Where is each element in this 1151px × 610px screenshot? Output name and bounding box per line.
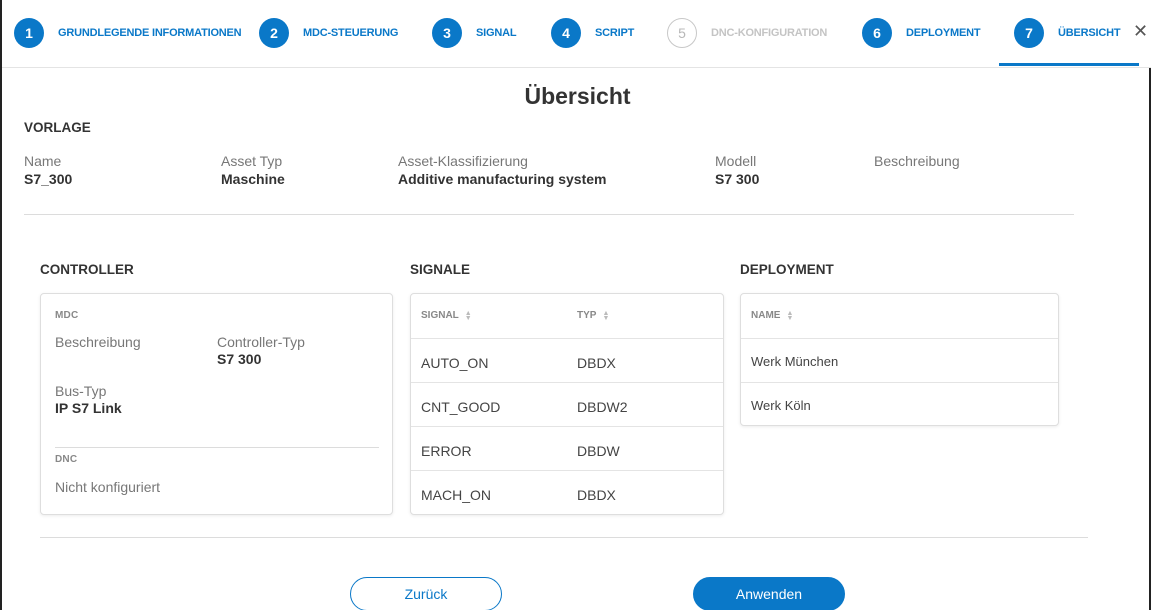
close-icon[interactable]: ✕ bbox=[1133, 22, 1148, 40]
column-header-label: SIGNAL bbox=[421, 310, 459, 321]
controller-typ-value: S7 300 bbox=[217, 351, 262, 367]
table-row[interactable]: CNT_GOOD DBDW2 bbox=[411, 382, 723, 426]
active-step-indicator bbox=[999, 63, 1139, 66]
step-uebersicht[interactable]: 7 ÜBERSICHT bbox=[1014, 18, 1121, 48]
step-number: 2 bbox=[259, 18, 289, 48]
asset-klassifizierung-value: Additive manufacturing system bbox=[398, 171, 607, 187]
deployment-heading: DEPLOYMENT bbox=[740, 262, 834, 277]
vorlage-heading: VORLAGE bbox=[24, 120, 91, 135]
table-row[interactable]: MACH_ON DBDX bbox=[411, 470, 723, 514]
card-divider bbox=[55, 447, 379, 448]
beschreibung-label: Beschreibung bbox=[55, 334, 141, 350]
signale-heading: SIGNALE bbox=[410, 262, 471, 277]
apply-button[interactable]: Anwenden bbox=[693, 577, 845, 610]
signal-cell: MACH_ON bbox=[421, 487, 492, 503]
deployment-table: NAME ▲ ▼ Werk München Werk Köln bbox=[740, 293, 1059, 426]
dnc-value: Nicht konfiguriert bbox=[55, 479, 161, 495]
modell-value: S7 300 bbox=[715, 171, 760, 187]
page-title: Übersicht bbox=[524, 83, 631, 109]
step-number: 7 bbox=[1014, 18, 1044, 48]
back-button[interactable]: Zurück bbox=[350, 577, 502, 610]
step-dnc-konfiguration: 5 DNC-KONFIGURATION bbox=[667, 18, 827, 48]
step-number: 1 bbox=[14, 18, 44, 48]
column-header-typ[interactable]: TYP ▲ ▼ bbox=[577, 309, 610, 322]
signal-cell: AUTO_ON bbox=[421, 355, 489, 371]
step-grundlegende-informationen[interactable]: 1 GRUNDLEGENDE INFORMATIONEN bbox=[14, 18, 242, 48]
controller-card: MDC Beschreibung Controller-Typ S7 300 B… bbox=[40, 293, 393, 515]
asset-typ-value: Maschine bbox=[221, 171, 285, 187]
signale-table: SIGNAL ▲ ▼ TYP ▲ ▼ AUTO_ON DBDX CNT_GOOD D… bbox=[410, 293, 724, 515]
footer-divider bbox=[40, 537, 1088, 538]
table-row[interactable]: Werk Köln bbox=[741, 382, 1058, 426]
table-row[interactable]: Werk München bbox=[741, 338, 1058, 382]
signal-cell: CNT_GOOD bbox=[421, 399, 501, 415]
step-deployment[interactable]: 6 DEPLOYMENT bbox=[862, 18, 981, 48]
asset-typ-label: Asset Typ bbox=[221, 153, 283, 169]
sort-icon: ▲ ▼ bbox=[464, 309, 472, 322]
column-header-signal[interactable]: SIGNAL ▲ ▼ bbox=[421, 309, 472, 322]
column-header-label: NAME bbox=[751, 310, 781, 321]
name-cell: Werk Köln bbox=[751, 398, 811, 413]
column-header-name[interactable]: NAME ▲ ▼ bbox=[751, 309, 794, 322]
sort-icon: ▲ ▼ bbox=[602, 309, 610, 322]
window-frame: 1 GRUNDLEGENDE INFORMATIONEN 2 MDC-STEUE… bbox=[0, 0, 1151, 610]
step-label: SIGNAL bbox=[476, 27, 517, 39]
step-mdc-steuerung[interactable]: 2 MDC-STEUERUNG bbox=[259, 18, 398, 48]
step-label: DEPLOYMENT bbox=[906, 27, 981, 39]
typ-cell: DBDW2 bbox=[577, 399, 628, 415]
step-number: 6 bbox=[862, 18, 892, 48]
modell-label: Modell bbox=[715, 153, 757, 169]
beschreibung-label: Beschreibung bbox=[874, 153, 960, 169]
typ-cell: DBDW bbox=[577, 443, 620, 459]
typ-cell: DBDX bbox=[577, 355, 616, 371]
wizard-stepper: 1 GRUNDLEGENDE INFORMATIONEN 2 MDC-STEUE… bbox=[2, 0, 1151, 68]
bus-typ-label: Bus-Typ bbox=[55, 383, 107, 399]
step-number: 3 bbox=[432, 18, 462, 48]
step-number: 5 bbox=[667, 18, 697, 48]
asset-klassifizierung-label: Asset-Klassifizierung bbox=[398, 153, 528, 169]
step-number: 4 bbox=[551, 18, 581, 48]
mdc-heading: MDC bbox=[55, 310, 79, 321]
column-header-label: TYP bbox=[577, 310, 597, 321]
divider bbox=[24, 214, 1074, 215]
step-label: GRUNDLEGENDE INFORMATIONEN bbox=[58, 27, 242, 39]
sort-icon: ▲ ▼ bbox=[786, 309, 794, 322]
step-script[interactable]: 4 SCRIPT bbox=[551, 18, 634, 48]
step-label: SCRIPT bbox=[595, 27, 635, 39]
name-label: Name bbox=[24, 153, 62, 169]
table-row[interactable]: ERROR DBDW bbox=[411, 426, 723, 470]
step-label: ÜBERSICHT bbox=[1058, 27, 1121, 39]
name-cell: Werk München bbox=[751, 354, 839, 369]
step-label: MDC-STEUERUNG bbox=[303, 27, 399, 39]
dnc-heading: DNC bbox=[55, 454, 78, 465]
name-value: S7_300 bbox=[24, 171, 73, 187]
controller-typ-label: Controller-Typ bbox=[217, 334, 305, 350]
step-signal[interactable]: 3 SIGNAL bbox=[432, 18, 517, 48]
step-label: DNC-KONFIGURATION bbox=[711, 27, 828, 39]
table-row[interactable]: AUTO_ON DBDX bbox=[411, 338, 723, 382]
signal-cell: ERROR bbox=[421, 443, 472, 459]
controller-heading: CONTROLLER bbox=[40, 262, 134, 277]
typ-cell: DBDX bbox=[577, 487, 616, 503]
bus-typ-value: IP S7 Link bbox=[55, 400, 122, 416]
